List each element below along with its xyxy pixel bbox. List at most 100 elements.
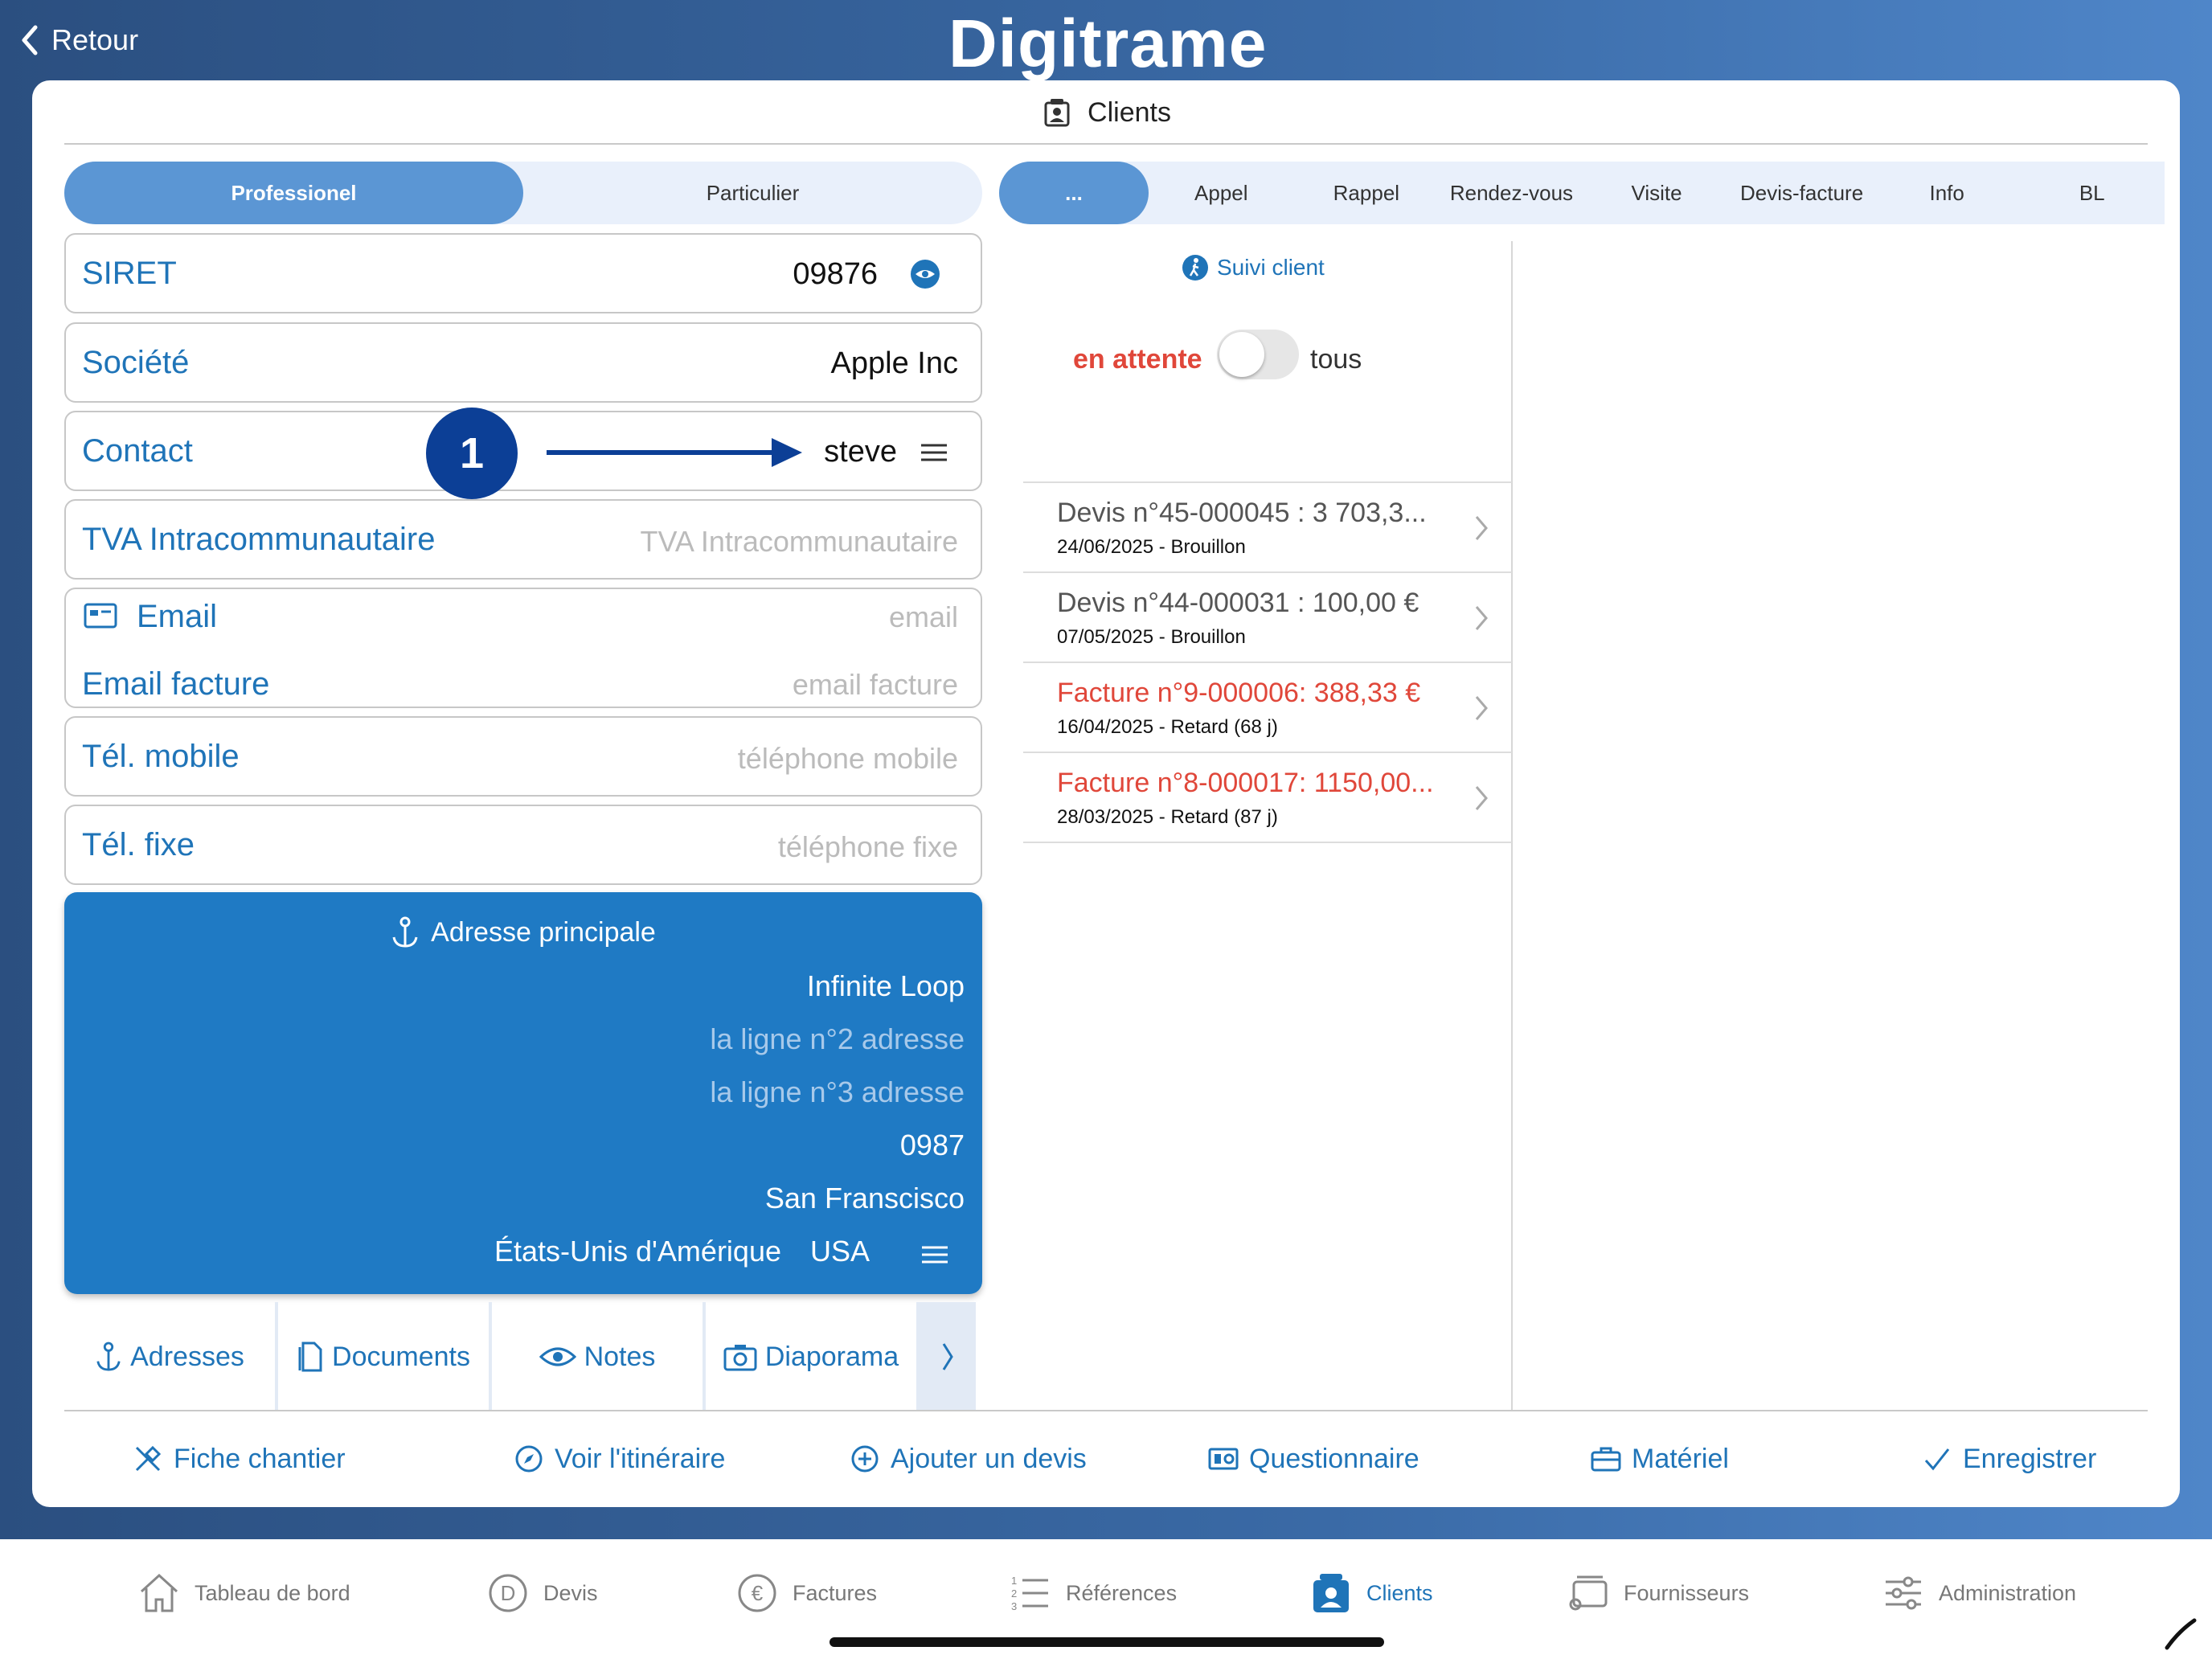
filter-all[interactable]: ... bbox=[999, 162, 1149, 224]
filter-info[interactable]: Info bbox=[1874, 162, 2020, 224]
segment-professionel[interactable]: Professionel bbox=[64, 162, 523, 224]
email-facture-label: Email facture bbox=[82, 666, 270, 702]
pencil-icon[interactable] bbox=[2162, 1616, 2199, 1653]
tabbar-clients[interactable]: Clients bbox=[1309, 1557, 1433, 1629]
address-country[interactable]: États-Unis d'Amérique bbox=[494, 1235, 781, 1268]
record-tabs: Adresses Documents Notes Diaporama bbox=[64, 1302, 982, 1411]
tabbar-label: Devis bbox=[543, 1580, 598, 1605]
tabbar-tableau-de-bord[interactable]: Tableau de bord bbox=[137, 1557, 350, 1629]
item-subtitle: 07/05/2025 - Brouillon bbox=[1057, 626, 1246, 648]
address-line1[interactable]: Infinite Loop bbox=[807, 969, 965, 1003]
tabbar-factures[interactable]: € Factures bbox=[735, 1557, 877, 1629]
contact-value: steve bbox=[824, 435, 897, 469]
item-title: Devis n°44-000031 : 100,00 € bbox=[1057, 588, 1419, 618]
tab-notes[interactable]: Notes bbox=[492, 1302, 706, 1411]
tab-diaporama[interactable]: Diaporama bbox=[706, 1302, 920, 1411]
actions-bar: Fiche chantier Voir l'itinéraire Ajouter… bbox=[64, 1415, 2148, 1503]
suppliers-icon bbox=[1569, 1575, 1608, 1611]
compass-icon bbox=[515, 1445, 543, 1473]
suivi-client-link[interactable]: Suivi client bbox=[1182, 254, 1325, 281]
page-header: Clients bbox=[32, 93, 2180, 132]
tab-notes-label: Notes bbox=[584, 1341, 656, 1372]
filter-bl[interactable]: BL bbox=[2019, 162, 2165, 224]
home-icon bbox=[140, 1573, 178, 1612]
siret-field[interactable]: SIRET 09876 bbox=[64, 233, 982, 313]
address-title: Adresse principale bbox=[431, 916, 656, 948]
address-postcode[interactable]: 0987 bbox=[900, 1129, 965, 1162]
fiche-chantier-label: Fiche chantier bbox=[174, 1443, 346, 1474]
toggle-left-label: en attente bbox=[1073, 344, 1202, 375]
tva-placeholder: TVA Intracommunautaire bbox=[640, 525, 958, 558]
tabbar-administration[interactable]: Administration bbox=[1881, 1557, 2076, 1629]
item-title: Facture n°8-000017: 1150,00... bbox=[1057, 768, 1434, 798]
status-toggle[interactable] bbox=[1217, 330, 1299, 379]
tabbar-fournisseurs[interactable]: Fournisseurs bbox=[1566, 1557, 1749, 1629]
item-title: Devis n°45-000045 : 3 703,3... bbox=[1057, 498, 1427, 528]
voir-itineraire-button[interactable]: Voir l'itinéraire bbox=[513, 1415, 725, 1503]
actions-divider bbox=[64, 1410, 2148, 1411]
address-line2[interactable]: la ligne n°2 adresse bbox=[710, 1022, 965, 1056]
svg-text:€: € bbox=[752, 1581, 764, 1605]
tab-diaporama-label: Diaporama bbox=[764, 1341, 899, 1372]
anchor-icon bbox=[392, 916, 418, 948]
devis-icon: D bbox=[489, 1574, 527, 1612]
tel-fixe-label: Tél. fixe bbox=[82, 827, 195, 862]
filter-rendez-vous[interactable]: Rendez-vous bbox=[1439, 162, 1584, 224]
eye-outline-icon bbox=[539, 1347, 576, 1366]
app-logo: Digitrame bbox=[948, 6, 1268, 81]
address-header: Adresse principale bbox=[64, 916, 982, 948]
email-label: Email bbox=[137, 599, 218, 634]
segment-particulier[interactable]: Particulier bbox=[523, 162, 982, 224]
list-item[interactable]: Facture n°9-000006: 388,33 € 16/04/2025 … bbox=[1023, 663, 1512, 753]
address-city[interactable]: San Franscisco bbox=[765, 1182, 965, 1215]
siret-label: SIRET bbox=[82, 256, 177, 291]
plus-circle-icon bbox=[851, 1445, 879, 1473]
materiel-label: Matériel bbox=[1632, 1443, 1729, 1474]
tabbar-devis[interactable]: D Devis bbox=[485, 1557, 598, 1629]
email-facture-field[interactable]: email facture bbox=[793, 668, 958, 702]
tab-adresses-label: Adresses bbox=[130, 1341, 244, 1372]
tva-field[interactable]: TVA Intracommunautaire TVA Intracommunau… bbox=[64, 499, 982, 580]
svg-text:2: 2 bbox=[1011, 1587, 1017, 1600]
contact-field[interactable]: Contact 1 steve bbox=[64, 408, 982, 499]
questionnaire-button[interactable]: Questionnaire bbox=[1207, 1415, 1419, 1503]
menu-icon[interactable] bbox=[920, 443, 948, 462]
fiche-chantier-button[interactable]: Fiche chantier bbox=[132, 1415, 346, 1503]
filter-appel[interactable]: Appel bbox=[1149, 162, 1294, 224]
form-icon bbox=[1208, 1448, 1239, 1470]
societe-label: Société bbox=[82, 345, 190, 380]
tabs-next-button[interactable] bbox=[920, 1302, 976, 1411]
tab-adresses[interactable]: Adresses bbox=[64, 1302, 278, 1411]
filter-rappel[interactable]: Rappel bbox=[1294, 162, 1440, 224]
eye-icon[interactable] bbox=[910, 259, 940, 289]
filter-visite[interactable]: Visite bbox=[1584, 162, 1730, 224]
back-button[interactable]: Retour bbox=[19, 14, 138, 66]
tel-fixe-field[interactable]: Tél. fixe téléphone fixe bbox=[64, 805, 982, 885]
tab-documents[interactable]: Documents bbox=[278, 1302, 492, 1411]
list-item[interactable]: Devis n°44-000031 : 100,00 € 07/05/2025 … bbox=[1023, 573, 1512, 663]
societe-value: Apple Inc bbox=[830, 346, 958, 380]
item-title: Facture n°9-000006: 388,33 € bbox=[1057, 678, 1421, 708]
materiel-button[interactable]: Matériel bbox=[1590, 1415, 1729, 1503]
societe-field[interactable]: Société Apple Inc bbox=[64, 322, 982, 403]
sliders-icon bbox=[1886, 1576, 1921, 1610]
list-item[interactable]: Facture n°8-000017: 1150,00... 28/03/202… bbox=[1023, 753, 1512, 843]
tel-mobile-label: Tél. mobile bbox=[82, 739, 240, 774]
address-card[interactable]: Adresse principale Infinite Loop la lign… bbox=[64, 892, 982, 1294]
tel-mobile-field[interactable]: Tél. mobile téléphone mobile bbox=[64, 716, 982, 797]
address-menu-icon[interactable] bbox=[921, 1246, 948, 1264]
filter-devis-facture[interactable]: Devis-facture bbox=[1729, 162, 1874, 224]
list-item[interactable]: Devis n°45-000045 : 3 703,3... 24/06/202… bbox=[1023, 483, 1512, 573]
toggle-right-label: tous bbox=[1310, 344, 1362, 375]
address-country-code[interactable]: USA bbox=[810, 1235, 870, 1268]
email-block: Email email Email facture email facture bbox=[64, 588, 982, 708]
chevron-right-icon bbox=[1475, 696, 1488, 720]
tabbar-label: Administration bbox=[1939, 1580, 2077, 1605]
item-subtitle: 28/03/2025 - Retard (87 j) bbox=[1057, 806, 1278, 828]
filter-segmented: ... Appel Rappel Rendez-vous Visite Devi… bbox=[999, 162, 2165, 224]
address-line3[interactable]: la ligne n°3 adresse bbox=[710, 1075, 965, 1109]
tabbar-references[interactable]: 123 Références bbox=[1008, 1557, 1177, 1629]
email-field[interactable]: email bbox=[889, 600, 958, 634]
enregistrer-button[interactable]: Enregistrer bbox=[1921, 1415, 2096, 1503]
ajouter-devis-button[interactable]: Ajouter un devis bbox=[849, 1415, 1087, 1503]
